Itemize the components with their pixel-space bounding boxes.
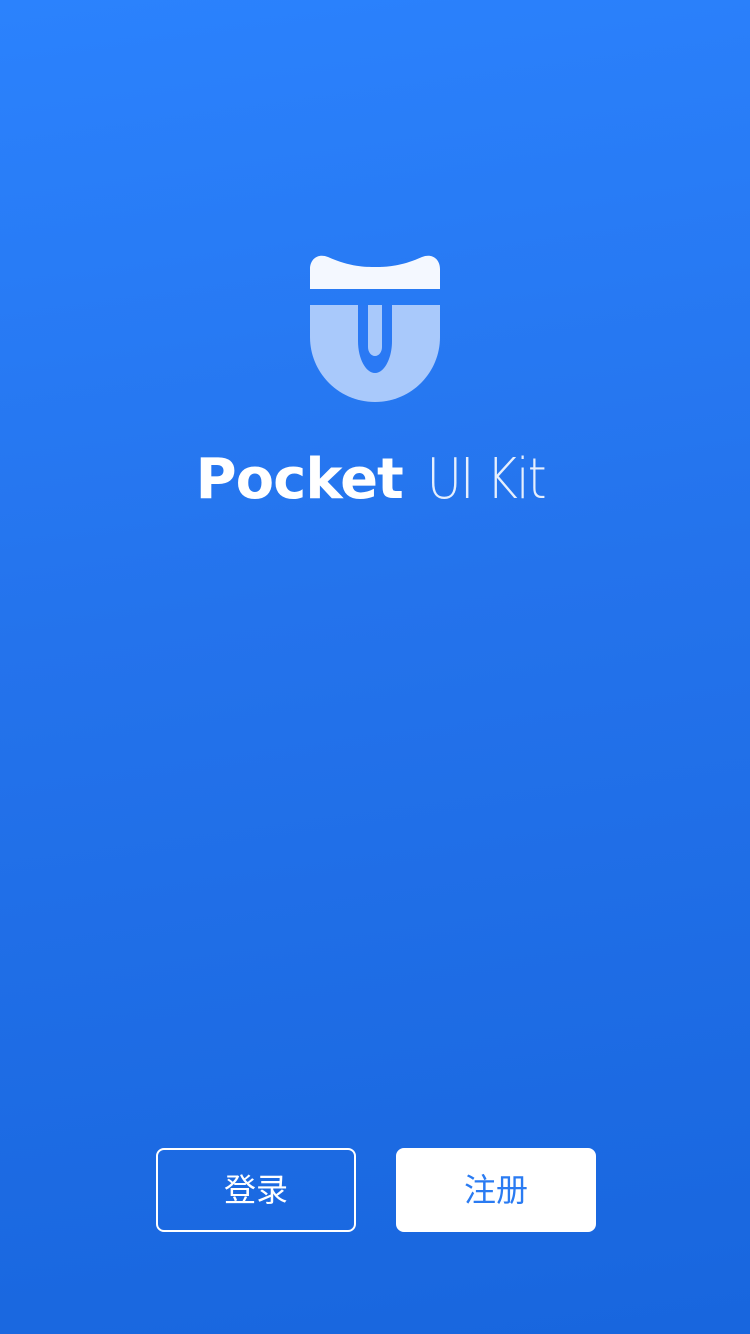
app-title-bold: Pocket: [195, 447, 404, 512]
app-title-light: UI Kit: [426, 447, 546, 512]
app-title: Pocket UI Kit: [0, 440, 750, 520]
login-button[interactable]: 登录: [156, 1148, 356, 1232]
logo-body: [310, 305, 440, 402]
register-button[interactable]: 注册: [396, 1148, 596, 1232]
logo-cap: [310, 255, 440, 289]
app-logo-icon: [310, 255, 440, 402]
